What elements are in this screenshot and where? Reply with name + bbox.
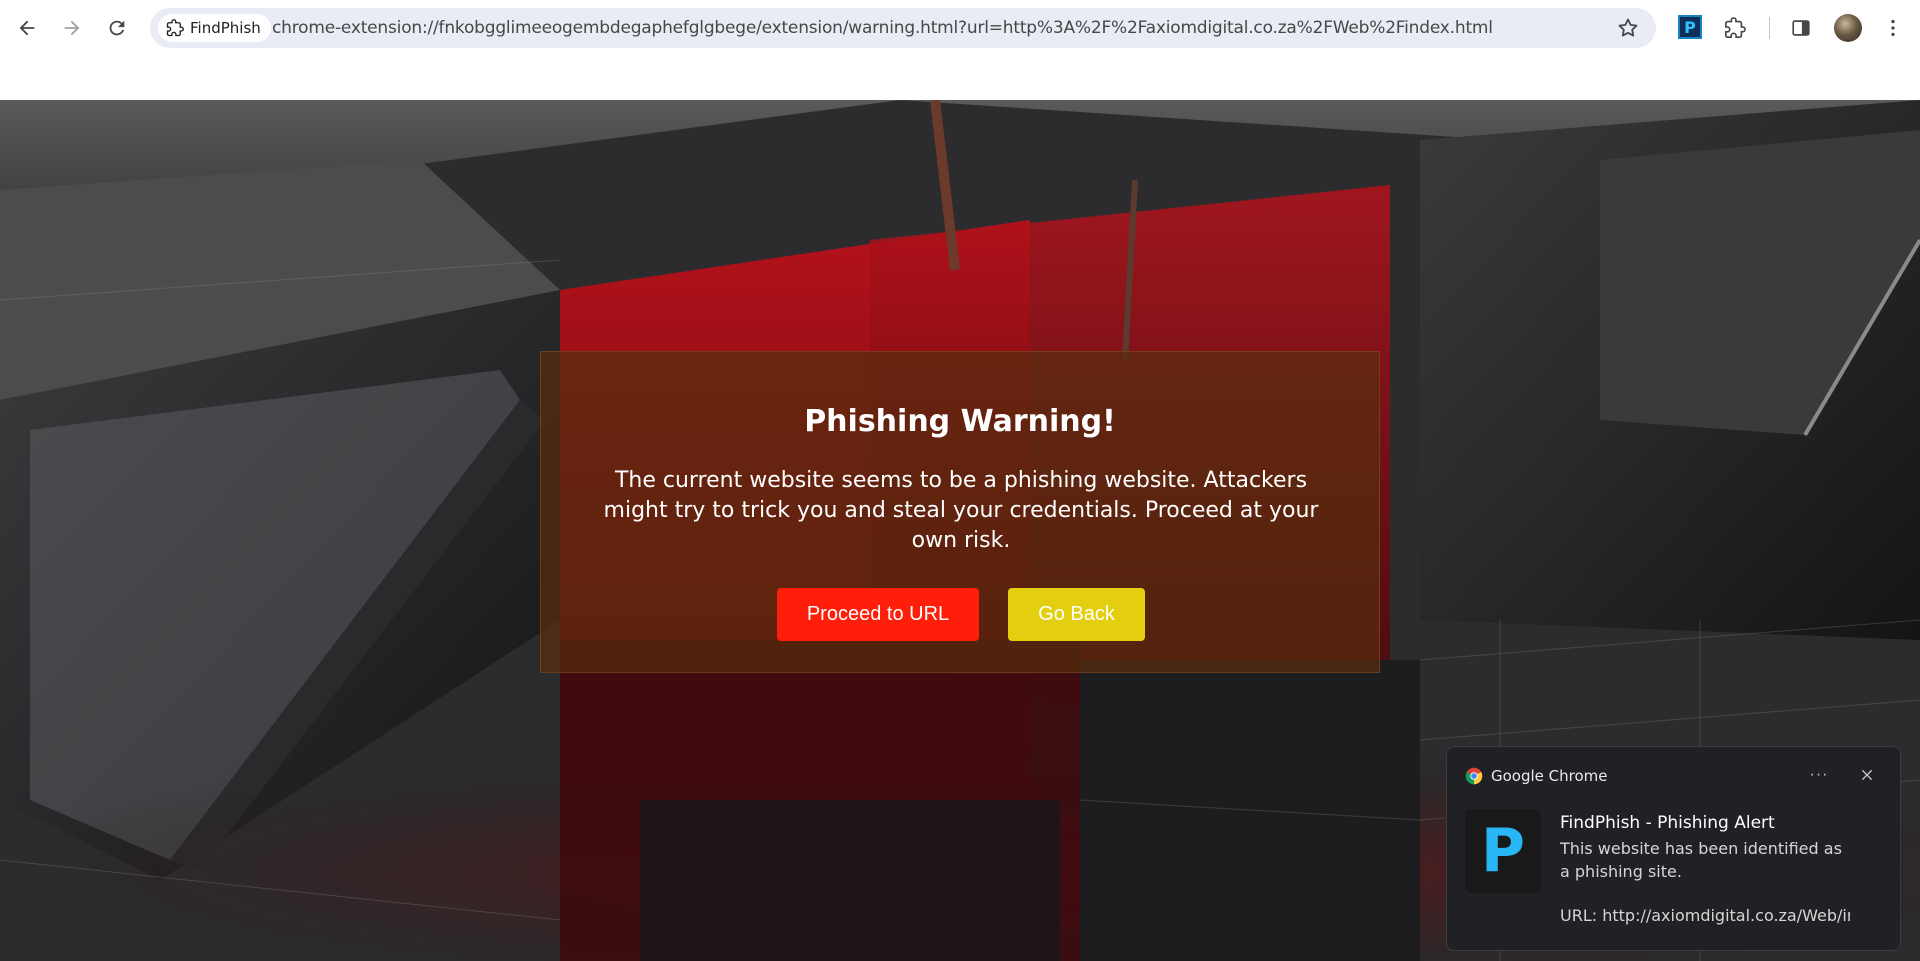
address-bar[interactable]: FindPhish chrome-extension://fnkobgglime… — [150, 8, 1656, 48]
findphish-logo: P — [1465, 809, 1541, 893]
reload-icon — [109, 20, 125, 36]
phishing-warning-dialog: Phishing Warning! The current website se… — [540, 351, 1380, 673]
forward-icon — [64, 20, 80, 36]
findphish-logo-letter: P — [1481, 816, 1525, 886]
chrome-notification[interactable]: Google Chrome ··· P FindPhish - Phishing… — [1446, 746, 1901, 951]
go-back-button[interactable]: Go Back — [1008, 588, 1145, 641]
kebab-menu-icon — [1891, 19, 1895, 37]
back-icon — [19, 20, 35, 36]
reload-button[interactable] — [99, 10, 135, 46]
proceed-to-url-button[interactable]: Proceed to URL — [777, 588, 979, 641]
findphish-extension-button[interactable]: P — [1678, 15, 1702, 39]
back-button[interactable] — [9, 10, 45, 46]
notification-url: URL: http://axiomdigital.co.za/Web/index… — [1560, 906, 1850, 925]
browser-toolbar: FindPhish chrome-extension://fnkobgglime… — [0, 0, 1920, 56]
site-info-chip[interactable]: FindPhish — [158, 14, 271, 42]
notification-app-name: Google Chrome — [1491, 767, 1608, 785]
url-text[interactable]: chrome-extension://fnkobgglimeeogembdega… — [272, 18, 1493, 38]
avatar[interactable] — [1834, 14, 1862, 42]
notification-title: FindPhish - Phishing Alert — [1560, 813, 1775, 833]
side-panel-button[interactable] — [1783, 10, 1819, 46]
notification-body: This website has been identified as a ph… — [1560, 839, 1842, 881]
extensions-button[interactable] — [1717, 10, 1753, 46]
site-chip-label: FindPhish — [190, 19, 261, 37]
star-icon[interactable] — [1616, 16, 1640, 40]
puzzle-icon — [1725, 17, 1746, 38]
notification-more-button[interactable]: ··· — [1804, 763, 1834, 787]
chrome-logo-icon — [1465, 767, 1483, 785]
warning-page: Phishing Warning! The current website se… — [0, 100, 1920, 961]
warning-title: Phishing Warning! — [804, 404, 1116, 439]
side-panel-icon — [1792, 20, 1810, 36]
notification-header: Google Chrome — [1465, 767, 1608, 785]
chrome-menu-button[interactable] — [1875, 10, 1911, 46]
warning-message: The current website seems to be a phishi… — [603, 468, 1319, 553]
toolbar-divider — [1769, 17, 1770, 39]
notification-close-button[interactable] — [1855, 763, 1879, 787]
extension-icon — [166, 19, 184, 37]
close-icon — [1861, 769, 1873, 781]
bookmark-bar — [0, 56, 1920, 100]
forward-button[interactable] — [54, 10, 90, 46]
